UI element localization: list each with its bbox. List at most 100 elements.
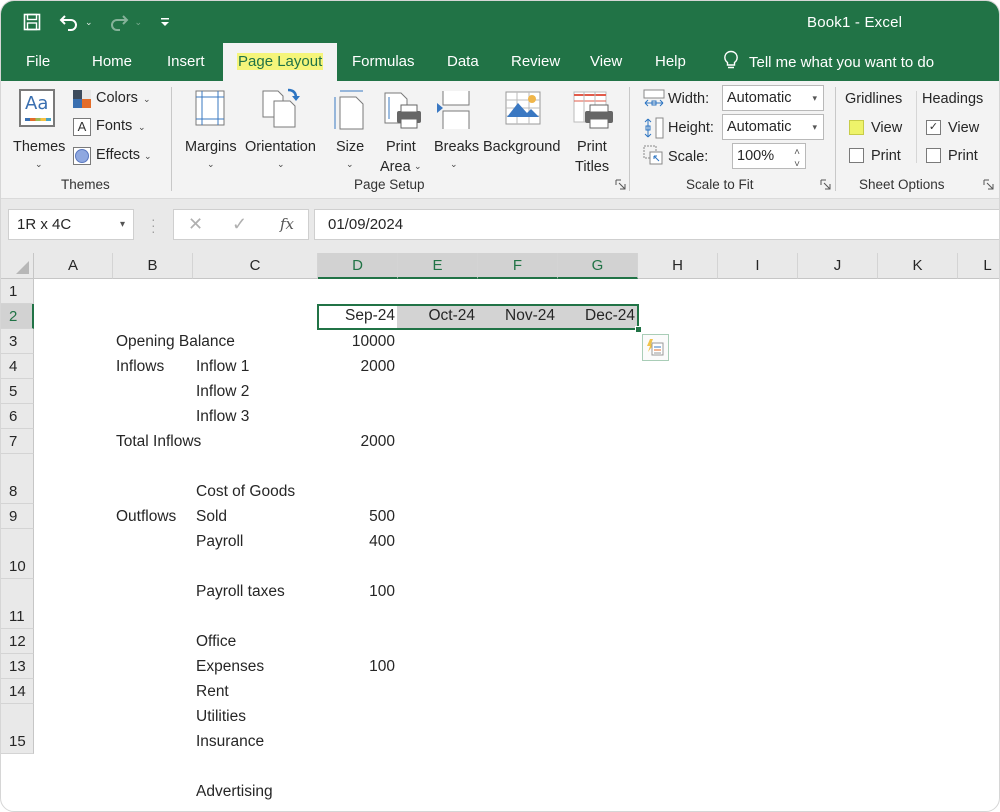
column-header-E[interactable]: E	[398, 253, 478, 279]
cell-C9[interactable]: Payroll	[196, 533, 243, 551]
orientation-button[interactable]: Orientation ⌄	[244, 87, 322, 177]
gridlines-view-checkbox[interactable]	[849, 120, 864, 135]
cell-B7[interactable]: Total Inflows	[116, 433, 201, 451]
tab-view[interactable]: View	[590, 43, 622, 81]
size-button[interactable]: Size ⌄	[331, 87, 371, 177]
headings-print-checkbox[interactable]	[926, 148, 941, 163]
cell-C12[interactable]: Rent	[196, 683, 229, 701]
column-header-B[interactable]: B	[113, 253, 193, 279]
cell-F2[interactable]: Nov-24	[478, 307, 555, 325]
row-header-5[interactable]: 5	[1, 379, 34, 404]
tab-insert[interactable]: Insert	[167, 43, 205, 81]
column-header-L[interactable]: L	[958, 253, 999, 279]
cell-C11-line1[interactable]: Office	[196, 633, 236, 651]
row-header-13[interactable]: 13	[1, 654, 34, 679]
cell-C6[interactable]: Inflow 3	[196, 408, 249, 426]
headings-view-checkbox[interactable]: ✓	[926, 120, 941, 135]
redo-icon[interactable]	[109, 10, 129, 34]
background-button[interactable]: Background	[483, 87, 565, 177]
row-header-6[interactable]: 6	[1, 404, 34, 429]
fonts-button[interactable]: A Fonts ⌄	[71, 117, 161, 139]
page-setup-launcher-icon[interactable]	[615, 179, 626, 190]
width-dropdown[interactable]: Automatic ▾	[722, 85, 824, 111]
cell-C15[interactable]: Advertising	[196, 783, 273, 801]
scale-to-fit-launcher-icon[interactable]	[820, 179, 831, 190]
margins-button[interactable]: Margins ⌄	[183, 87, 241, 177]
cell-D11[interactable]: 100	[318, 658, 395, 676]
tab-file[interactable]: File	[26, 43, 50, 81]
cell-D2[interactable]: Sep-24	[318, 307, 395, 325]
cell-C11-line2[interactable]: Expenses	[196, 658, 264, 676]
undo-dropdown-chevron-icon[interactable]: ⌄	[85, 17, 93, 28]
cell-B8[interactable]: Outflows	[116, 508, 176, 526]
row-header-15[interactable]: 15	[1, 704, 34, 754]
cell-D3[interactable]: 10000	[318, 333, 395, 351]
colors-button[interactable]: Colors ⌄	[71, 89, 161, 111]
cell-C8-line1[interactable]: Cost of Goods	[196, 483, 295, 501]
print-titles-button[interactable]: Print Titles	[571, 87, 617, 177]
cell-C4[interactable]: Inflow 1	[196, 358, 249, 376]
tab-help[interactable]: Help	[655, 43, 686, 81]
row-header-14[interactable]: 14	[1, 679, 34, 704]
row-header-3[interactable]: 3	[1, 329, 34, 354]
tab-data[interactable]: Data	[447, 43, 479, 81]
formula-bar-grip-icon[interactable]: · · ·	[151, 212, 156, 238]
formula-input[interactable]: 01/09/2024	[314, 209, 999, 240]
themes-button[interactable]: Aa Themes ⌄	[13, 87, 65, 171]
column-header-H[interactable]: H	[638, 253, 718, 279]
cell-D9[interactable]: 400	[318, 533, 395, 551]
undo-icon[interactable]	[59, 10, 79, 34]
effects-button[interactable]: Effects ⌄	[71, 146, 161, 168]
scale-down-icon[interactable]: ˅	[794, 153, 800, 177]
name-box-dropdown-icon[interactable]: ▾	[120, 210, 125, 239]
cell-D10[interactable]: 100	[318, 583, 395, 601]
row-header-12[interactable]: 12	[1, 629, 34, 654]
redo-dropdown-chevron-icon[interactable]: ⌄	[135, 17, 143, 28]
insert-function-icon[interactable]: fx	[280, 210, 294, 239]
column-header-I[interactable]: I	[718, 253, 798, 279]
fill-handle[interactable]	[635, 326, 642, 333]
row-header-1[interactable]: 1	[1, 279, 34, 304]
cell-D7[interactable]: 2000	[318, 433, 395, 451]
cell-C13[interactable]: Utilities	[196, 708, 246, 726]
cell-D4[interactable]: 2000	[318, 358, 395, 376]
cell-B3[interactable]: Opening Balance	[116, 333, 235, 351]
customize-qat-icon[interactable]	[160, 10, 170, 34]
row-header-10[interactable]: 10	[1, 529, 34, 579]
tab-page-layout[interactable]: Page Layout	[223, 43, 338, 81]
row-header-7[interactable]: 7	[1, 429, 34, 454]
cell-D8[interactable]: 500	[318, 508, 395, 526]
cell-C10[interactable]: Payroll taxes	[196, 583, 285, 601]
column-header-C[interactable]: C	[193, 253, 318, 279]
column-header-D[interactable]: D	[318, 253, 398, 279]
cell-C8-line2[interactable]: Sold	[196, 508, 227, 526]
row-header-8[interactable]: 8	[1, 454, 34, 504]
enter-icon[interactable]: ✓	[232, 210, 247, 239]
column-header-A[interactable]: A	[34, 253, 113, 279]
cancel-icon[interactable]: ✕	[188, 210, 203, 239]
print-area-button[interactable]: Print Area ⌄	[379, 87, 427, 177]
breaks-button[interactable]: Breaks ⌄	[431, 87, 481, 177]
name-box[interactable]: 1R x 4C ▾	[8, 209, 134, 240]
column-header-K[interactable]: K	[878, 253, 958, 279]
height-dropdown[interactable]: Automatic ▾	[722, 114, 824, 140]
cell-B4[interactable]: Inflows	[116, 358, 164, 376]
tab-review[interactable]: Review	[511, 43, 560, 81]
row-header-11[interactable]: 11	[1, 579, 34, 629]
tab-home[interactable]: Home	[92, 43, 132, 81]
select-all-button[interactable]	[1, 253, 34, 279]
row-header-4[interactable]: 4	[1, 354, 34, 379]
cell-C14[interactable]: Insurance	[196, 733, 264, 751]
scale-spinner[interactable]: 100% ˄ ˅	[732, 143, 806, 170]
cell-C5[interactable]: Inflow 2	[196, 383, 249, 401]
gridlines-print-checkbox[interactable]	[849, 148, 864, 163]
row-header-2[interactable]: 2	[1, 304, 34, 329]
tell-me-search[interactable]: Tell me what you want to do	[723, 43, 934, 81]
cell-E2[interactable]: Oct-24	[398, 307, 475, 325]
quick-analysis-button[interactable]	[642, 334, 669, 361]
sheet-options-launcher-icon[interactable]	[983, 179, 994, 190]
row-header-9[interactable]: 9	[1, 504, 34, 529]
save-icon[interactable]	[23, 10, 41, 34]
column-header-F[interactable]: F	[478, 253, 558, 279]
column-header-J[interactable]: J	[798, 253, 878, 279]
